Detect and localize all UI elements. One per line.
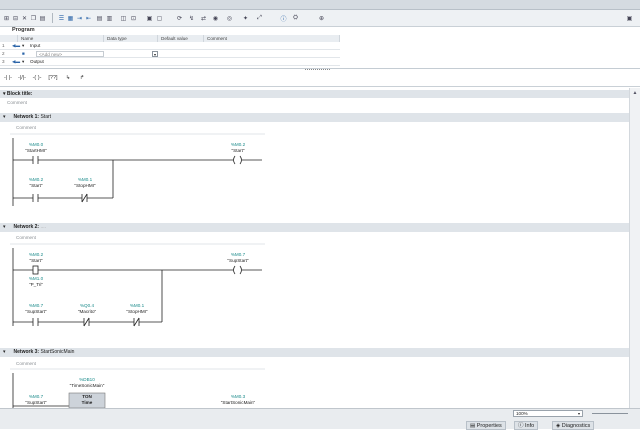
properties-icon: ▤ [470,423,477,429]
coil-icon[interactable]: -( )- [32,75,42,83]
interface-row-add-new[interactable]: 2 ■ <Add new> ▾ [0,50,340,58]
contact-tag[interactable]: "Start" [16,183,56,188]
contact-address: %M0.2 [28,177,44,182]
coil-address: %M0.2 [230,142,246,147]
no-contact-icon[interactable]: -| |- [3,75,13,83]
contact-tag[interactable]: "StopHMI" [117,309,157,314]
close-branch-icon[interactable]: ↱ [77,75,87,83]
coil-tag[interactable]: "Start" [218,148,258,153]
panel-toggle-icon[interactable]: ▣ [626,13,633,23]
contact-tag[interactable]: "SupStart" [16,309,56,314]
contact-tag[interactable]: "StartHMI" [16,148,56,153]
nc-contact-icon[interactable]: -|/|- [17,75,27,83]
list-icon[interactable]: ☰ [58,13,65,23]
interface-row-output[interactable]: 3 ◀▬ ▾ Output [0,58,340,66]
add-new-field[interactable]: <Add new> [36,51,104,57]
column-header-name[interactable]: Name [18,35,104,42]
compile-icon[interactable]: ⊕ [318,13,325,23]
insert-row-icon[interactable]: ⊞ [3,13,10,23]
contact-address: %M0.1 [129,303,145,308]
row-number: 3 [2,59,5,64]
contact-tag[interactable]: "StopHMI" [65,183,105,188]
close-icon[interactable]: ◎ [226,13,233,23]
row-label: Output [30,59,44,64]
toolbar-separator [52,13,53,23]
call-structure-icon[interactable]: ⛭ [292,13,299,23]
goto-icon[interactable]: ⟳ [176,13,183,23]
expand-arrow-icon[interactable]: ▾ [22,58,24,66]
contact-address: %Q0.4 [79,303,95,308]
paste-icon[interactable]: ▤ [39,13,46,23]
bullet-icon: ■ [22,51,25,56]
empty-box-icon[interactable]: [??] [48,75,58,83]
zoom-select[interactable]: 100% [513,410,583,417]
timer-tag[interactable]: "TimeSonicMain" [62,383,112,388]
open-icon[interactable]: ◉ [212,13,219,23]
row-number: 2 [2,51,5,56]
column-header-index [0,35,18,42]
ladder-editor[interactable]: ▾ Block title: Comment ▾ Network 1: Start… [0,88,629,408]
outdent-icon[interactable]: ⇤ [85,13,92,23]
vertical-scrollbar[interactable]: ▲ [629,88,640,408]
navigate-icon[interactable]: ↯ [188,13,195,23]
timer-address: %DB10 [79,377,95,382]
coil-tag[interactable]: "StartSonicMain" [212,400,264,405]
open-branch-icon[interactable]: ↳ [63,75,73,83]
column-header-data-type[interactable]: Data type [104,35,158,42]
timer-subtype: Time [81,400,93,405]
info-icon[interactable]: ⓘ [280,13,287,23]
contact-address: %M0.1 [77,177,93,182]
row-number: 1 [2,43,5,48]
timer-type: TON [82,394,92,399]
expand-icon[interactable]: ⤢ [256,13,263,23]
contact-address: %M0.2 [28,252,44,257]
contact-address: %M0.7 [28,303,44,308]
interface-title: Program [12,27,35,33]
contact-tag[interactable]: "Macrito" [67,309,107,314]
column-header-comment[interactable]: Comment [204,35,340,42]
sort-asc-icon[interactable]: ▤ [96,13,103,23]
info-icon: ⓘ [518,423,526,429]
indent-icon[interactable]: ⇥ [76,13,83,23]
favorites-icon[interactable]: ✦ [242,13,249,23]
coil-tag[interactable]: "SupStart" [218,258,258,263]
zoom-slider[interactable] [592,413,628,414]
breakpoint-icon[interactable]: ⊡ [130,13,137,23]
contact-address: %M0.7 [28,394,44,399]
delete-row-icon[interactable]: ✕ [21,13,28,23]
contact-address: %M0.0 [28,142,44,147]
contact-tag[interactable]: "SupStart" [16,400,56,405]
coil-address: %M0.3 [230,394,246,399]
expand-arrow-icon[interactable]: ▾ [22,42,24,50]
dropdown-icon[interactable]: ▾ [152,51,158,57]
block-interface: Program Name Data type Default value Com… [0,27,640,69]
compare-icon[interactable]: ⇄ [200,13,207,23]
section-icon: ◀▬ [12,59,21,64]
window-top-bar [0,0,640,10]
sort-desc-icon[interactable]: ▥ [106,13,113,23]
ladder-diagram [10,133,265,408]
scroll-up-icon[interactable]: ▲ [631,90,639,96]
column-header-default-value[interactable]: Default value [158,35,204,42]
monitor-icon[interactable]: ◫ [120,13,127,23]
network-icon[interactable]: ▢ [156,13,163,23]
zoom-dropdown-icon[interactable]: ▾ [576,411,582,416]
add-row-icon[interactable]: ⊟ [12,13,19,23]
row-label: Input [30,43,41,48]
contact-address: %M1.0 [28,276,44,281]
list-detailed-icon[interactable]: ▦ [67,13,74,23]
inspector-bar: 100% ▾ ▤ Properties ⓘ Info ◈ Diagnostics [0,408,640,430]
section-icon: ◀▬ [12,43,21,48]
ladder-elements-toolbar: -| |- -|/|- -( )- [??] ↳ ↱ [0,71,640,87]
step-icon[interactable]: ▣ [146,13,153,23]
coil-address: %M0.7 [230,252,246,257]
interface-row-input[interactable]: 1 ◀▬ ▾ Input [0,42,340,50]
copy-icon[interactable]: ❐ [30,13,37,23]
contact-tag[interactable]: "Start" [16,258,56,263]
block-editor-toolbar: ⊞ ⊟ ✕ ❐ ▤ ☰ ▦ ⇥ ⇤ ▤ ▥ ◫ ⊡ ▣ ▢ ⟳ ↯ ⇄ ◉ ◎ … [0,10,640,27]
contact-tag[interactable]: "P_Tri" [16,282,56,287]
